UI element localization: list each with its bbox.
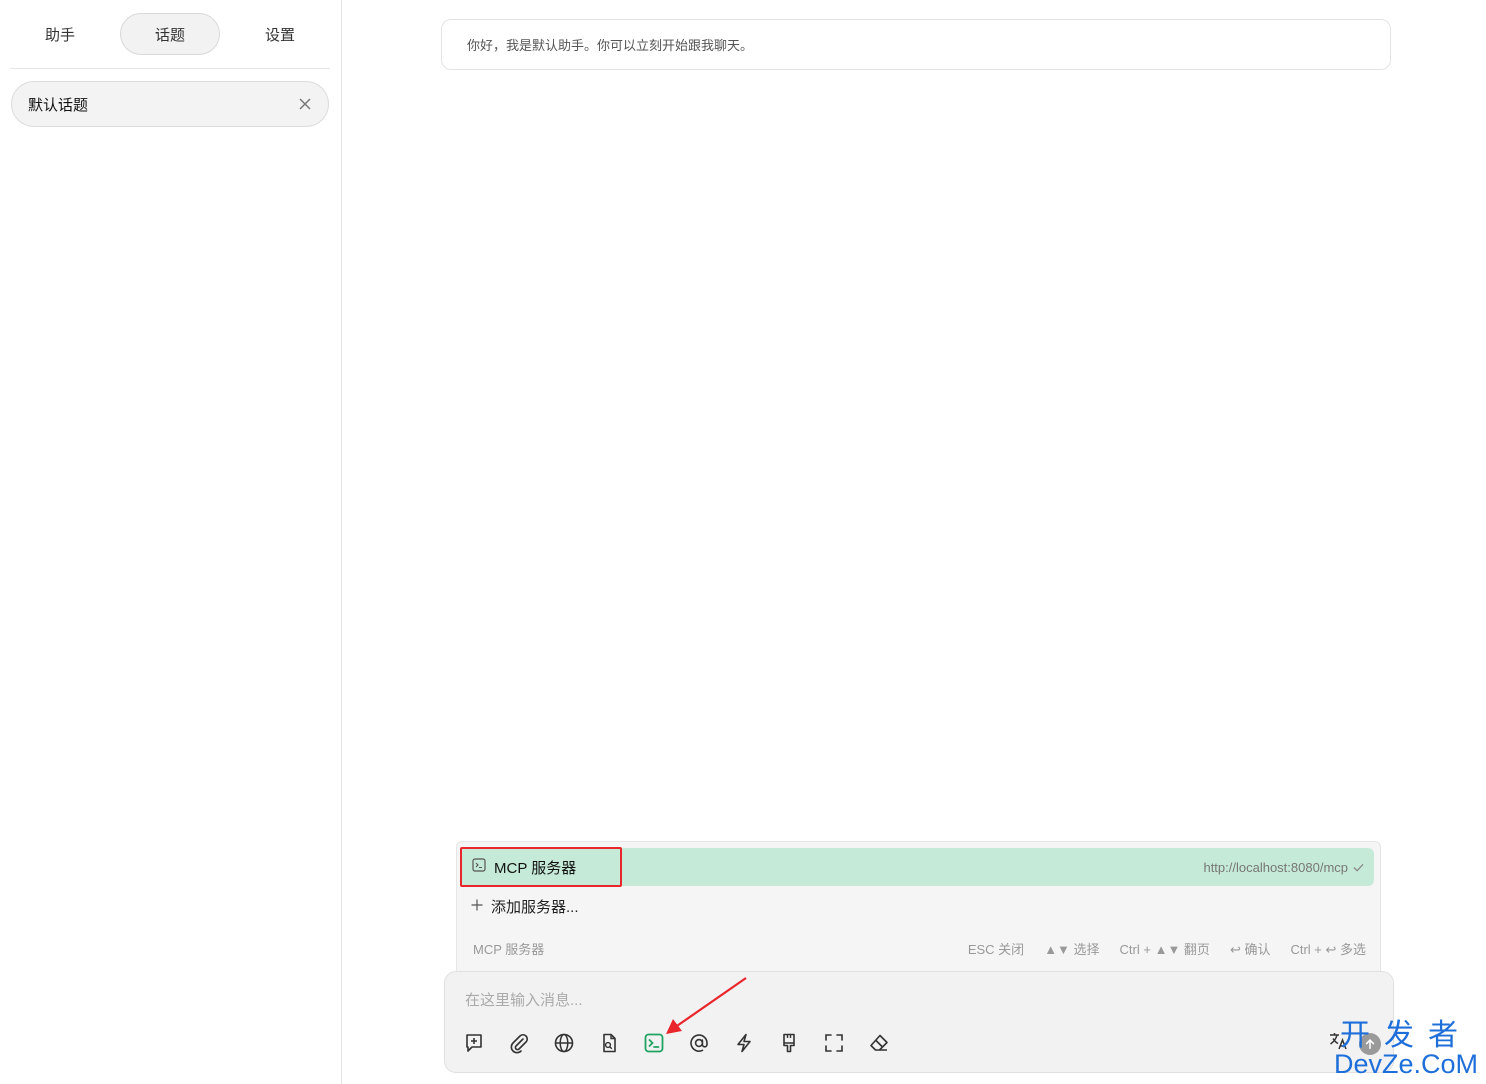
- hint-select: ▲▼ 选择: [1044, 941, 1100, 957]
- greeting-text: 你好，我是默认助手。你可以立刻开始跟我聊天。: [467, 38, 754, 53]
- new-topic-icon[interactable]: [463, 1032, 485, 1054]
- mcp-server-url: http://localhost:8080/mcp: [1203, 860, 1364, 875]
- plus-icon: [471, 898, 483, 915]
- attachment-icon[interactable]: [508, 1032, 530, 1054]
- keyboard-hints: ESC 关闭 ▲▼ 选择 Ctrl + ▲▼ 翻页 ↩ 确认 Ctrl + ↩ …: [968, 939, 1366, 958]
- terminal-icon: [472, 857, 486, 877]
- assistant-greeting-message: 你好，我是默认助手。你可以立刻开始跟我聊天。: [441, 19, 1391, 70]
- add-server-label: 添加服务器...: [491, 898, 579, 916]
- tab-assistant[interactable]: 助手: [10, 13, 110, 55]
- message-input[interactable]: [463, 986, 1067, 1014]
- hint-multi-select: Ctrl + ↩ 多选: [1290, 941, 1366, 957]
- mcp-server-label: MCP 服务器: [494, 859, 577, 877]
- fullscreen-icon[interactable]: [823, 1032, 845, 1054]
- popup-footer: MCP 服务器 ESC 关闭 ▲▼ 选择 Ctrl + ▲▼ 翻页 ↩ 确认 C…: [473, 938, 1366, 958]
- message-input-box: [444, 971, 1394, 1073]
- mcp-server-popup: MCP 服务器 http://localhost:8080/mcp 添加服务器.…: [456, 841, 1381, 972]
- input-toolbar: [463, 1032, 890, 1054]
- mcp-terminal-icon[interactable]: [643, 1032, 665, 1054]
- clear-brush-icon[interactable]: [778, 1032, 800, 1054]
- watermark-line-2: DevZe.CoM: [1333, 1049, 1478, 1079]
- knowledge-file-icon[interactable]: [598, 1032, 620, 1054]
- hint-page: Ctrl + ▲▼ 翻页: [1119, 941, 1210, 957]
- eraser-icon[interactable]: [868, 1032, 890, 1054]
- close-icon[interactable]: [298, 97, 312, 111]
- watermark-line-1: 开发者: [1339, 1019, 1472, 1052]
- tab-topics[interactable]: 话题: [120, 13, 220, 55]
- sidebar: 助手 话题 设置 默认话题: [0, 0, 342, 1084]
- add-server-item[interactable]: 添加服务器...: [471, 894, 579, 918]
- hint-esc: ESC 关闭: [967, 941, 1025, 957]
- tabs-divider: [10, 68, 330, 69]
- check-icon: [1353, 863, 1364, 872]
- web-search-icon[interactable]: [553, 1032, 575, 1054]
- topic-title: 默认话题: [28, 96, 89, 114]
- mcp-server-item[interactable]: MCP 服务器 http://localhost:8080/mcp: [460, 848, 1374, 886]
- hint-confirm: ↩ 确认: [1229, 941, 1271, 957]
- mcp-server-url-text: http://localhost:8080/mcp: [1203, 859, 1348, 875]
- topic-item[interactable]: 默认话题: [11, 81, 329, 127]
- tab-settings[interactable]: 设置: [230, 13, 330, 55]
- quick-phrase-icon[interactable]: [733, 1032, 755, 1054]
- popup-footer-title: MCP 服务器: [473, 941, 545, 957]
- mention-icon[interactable]: [688, 1032, 710, 1054]
- sidebar-tabs: 助手 话题 设置: [10, 12, 330, 56]
- watermark: 开发者 DevZe.CoM: [1334, 1021, 1478, 1078]
